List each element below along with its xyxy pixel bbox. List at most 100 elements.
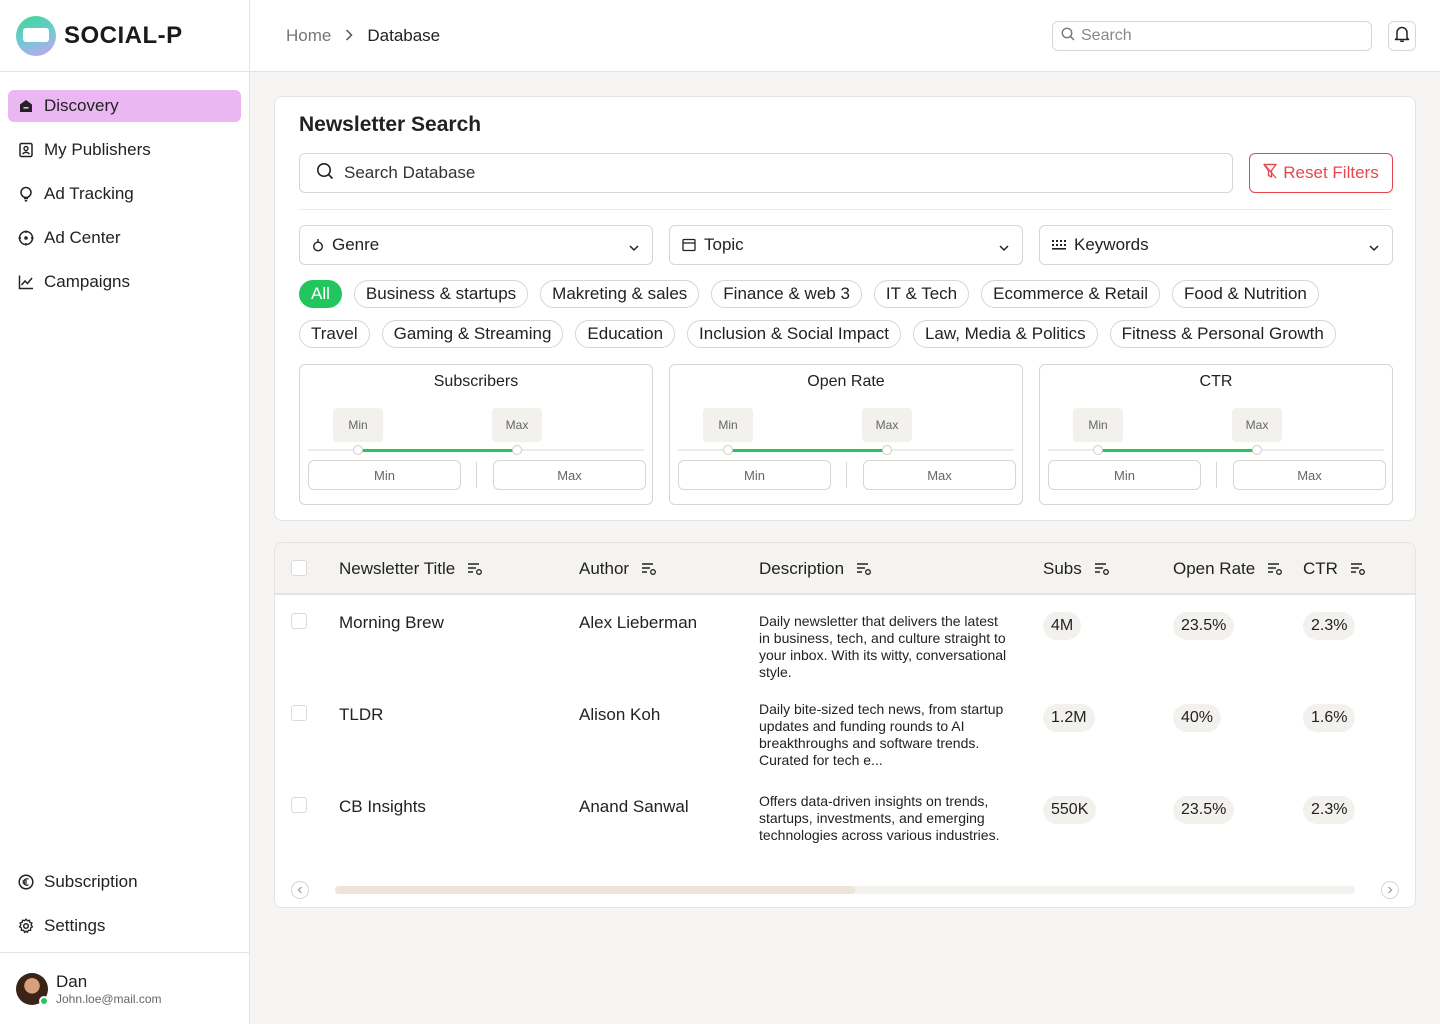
chip-marketing-sales[interactable]: Makreting & sales — [540, 280, 700, 308]
sort-icon[interactable] — [467, 562, 483, 576]
chip-inclusion-social-impact[interactable]: Inclusion & Social Impact — [687, 320, 901, 348]
table-row[interactable]: CB Insights Anand Sanwal Offers data-dri… — [275, 793, 1415, 887]
column-header-open-rate[interactable]: Open Rate — [1173, 559, 1283, 579]
sidebar-item-settings[interactable]: Settings — [8, 910, 241, 942]
table-header: Newsletter Title Author Description Subs… — [275, 543, 1415, 595]
topbar: Home Database Search — [250, 0, 1440, 72]
chip-gaming-streaming[interactable]: Gaming & Streaming — [381, 320, 564, 348]
sidebar-item-my-publishers[interactable]: My Publishers — [8, 134, 241, 166]
sidebar-item-campaigns[interactable]: Campaigns — [8, 266, 241, 298]
subscribers-range-filter: Subscribers Min Max Min Max — [299, 364, 653, 505]
min-slider-handle[interactable] — [1093, 445, 1103, 455]
genre-dropdown[interactable]: Genre — [299, 225, 653, 265]
chip-it-tech[interactable]: IT & Tech — [873, 280, 970, 308]
column-header-label: Subs — [1043, 559, 1082, 578]
scrollbar-thumb[interactable] — [335, 886, 855, 894]
chip-law-media-politics[interactable]: Law, Media & Politics — [912, 320, 1098, 348]
row-checkbox[interactable] — [291, 705, 307, 721]
select-all-checkbox[interactable] — [291, 560, 307, 576]
sort-icon[interactable] — [641, 562, 657, 576]
horizontal-scrollbar[interactable] — [335, 886, 1355, 894]
database-search-input[interactable]: Search Database — [299, 153, 1233, 193]
max-input[interactable]: Max — [1233, 460, 1386, 490]
max-slider-handle[interactable] — [512, 445, 522, 455]
sort-icon[interactable] — [856, 562, 872, 576]
column-header-author[interactable]: Author — [579, 559, 657, 579]
range-title: Open Rate — [807, 373, 885, 390]
breadcrumb: Home Database — [286, 26, 440, 46]
search-icon — [1061, 27, 1075, 46]
max-slider-handle[interactable] — [1252, 445, 1262, 455]
reset-filters-button[interactable]: Reset Filters — [1249, 153, 1393, 193]
chip-finance-web3[interactable]: Finance & web 3 — [711, 280, 862, 308]
sidebar-item-subscription[interactable]: Subscription — [8, 866, 241, 898]
chip-food-nutrition[interactable]: Food & Nutrition — [1172, 280, 1319, 308]
min-slider-handle[interactable] — [723, 445, 733, 455]
min-input[interactable]: Min — [678, 460, 831, 490]
sidebar-item-discovery[interactable]: Discovery — [8, 90, 241, 122]
newsletter-title[interactable]: CB Insights — [339, 797, 426, 817]
column-header-subs[interactable]: Subs — [1043, 559, 1110, 579]
logo[interactable]: SOCIAL-P — [0, 0, 249, 72]
bell-icon — [1394, 25, 1410, 48]
sidebar-item-ad-tracking[interactable]: Ad Tracking — [8, 178, 241, 210]
min-handle-tag: Min — [703, 408, 753, 442]
topic-dropdown[interactable]: Topic — [669, 225, 1023, 265]
divider — [476, 462, 477, 488]
column-header-ctr[interactable]: CTR — [1303, 559, 1366, 579]
calendar-icon — [682, 238, 696, 252]
sidebar-item-label: My Publishers — [44, 140, 151, 159]
row-checkbox[interactable] — [291, 797, 307, 813]
chip-fitness-personal-growth[interactable]: Fitness & Personal Growth — [1109, 320, 1336, 348]
avatar — [16, 972, 49, 1006]
gear-icon — [18, 918, 34, 934]
newsletter-title[interactable]: Morning Brew — [339, 613, 444, 633]
column-header-title[interactable]: Newsletter Title — [339, 559, 483, 579]
page-title: Newsletter Search — [299, 113, 482, 136]
keywords-dropdown[interactable]: Keywords — [1039, 225, 1393, 265]
sort-icon[interactable] — [1094, 562, 1110, 576]
newsletter-author: Alex Lieberman — [579, 613, 698, 632]
range-track-fill — [358, 449, 517, 452]
notifications-button[interactable] — [1388, 21, 1416, 51]
open-rate-badge: 23.5% — [1173, 612, 1235, 640]
category-chips: All Business & startups Makreting & sale… — [299, 280, 1399, 360]
user-email: John.loe@mail.com — [56, 991, 162, 1006]
open-rate-badge: 40% — [1173, 704, 1222, 732]
table-row[interactable]: TLDR Alison Koh Daily bite-sized tech ne… — [275, 701, 1415, 795]
sidebar-item-ad-center[interactable]: Ad Center — [8, 222, 241, 254]
max-input[interactable]: Max — [493, 460, 646, 490]
row-checkbox[interactable] — [291, 613, 307, 629]
chip-business-startups[interactable]: Business & startups — [353, 280, 529, 308]
min-input[interactable]: Min — [308, 460, 461, 490]
min-input[interactable]: Min — [1048, 460, 1201, 490]
breadcrumb-current: Database — [367, 26, 441, 45]
open-rate-range-filter: Open Rate Min Max Min Max — [669, 364, 1023, 505]
chip-travel[interactable]: Travel — [299, 320, 370, 348]
chevron-down-icon — [628, 239, 640, 259]
scroll-left-button[interactable] — [291, 881, 309, 899]
database-search-placeholder: Search Database — [344, 163, 476, 182]
user-name: Dan — [56, 971, 88, 991]
max-input[interactable]: Max — [863, 460, 1016, 490]
newsletter-description: Offers data-driven insights on trends, s… — [759, 793, 1000, 843]
chip-education[interactable]: Education — [575, 320, 676, 348]
chip-all[interactable]: All — [299, 280, 342, 308]
newsletter-title[interactable]: TLDR — [339, 705, 383, 725]
range-track-fill — [728, 449, 887, 452]
subs-badge: 4M — [1043, 612, 1082, 640]
range-title: CTR — [1199, 373, 1233, 390]
sort-icon[interactable] — [1267, 562, 1283, 576]
genre-icon — [312, 238, 324, 252]
sort-icon[interactable] — [1350, 562, 1366, 576]
global-search-input[interactable]: Search — [1052, 21, 1372, 51]
min-slider-handle[interactable] — [353, 445, 363, 455]
breadcrumb-home[interactable]: Home — [286, 26, 331, 46]
scroll-right-button[interactable] — [1381, 881, 1399, 899]
max-slider-handle[interactable] — [882, 445, 892, 455]
table-row[interactable]: Morning Brew Alex Lieberman Daily newsle… — [275, 611, 1415, 703]
user-profile[interactable]: Dan John.loe@mail.com — [0, 952, 249, 1024]
newsletter-search-panel: Newsletter Search Search Database Reset … — [274, 96, 1416, 521]
column-header-description[interactable]: Description — [759, 559, 872, 579]
chip-ecommerce-retail[interactable]: Ecommerce & Retail — [981, 280, 1161, 308]
